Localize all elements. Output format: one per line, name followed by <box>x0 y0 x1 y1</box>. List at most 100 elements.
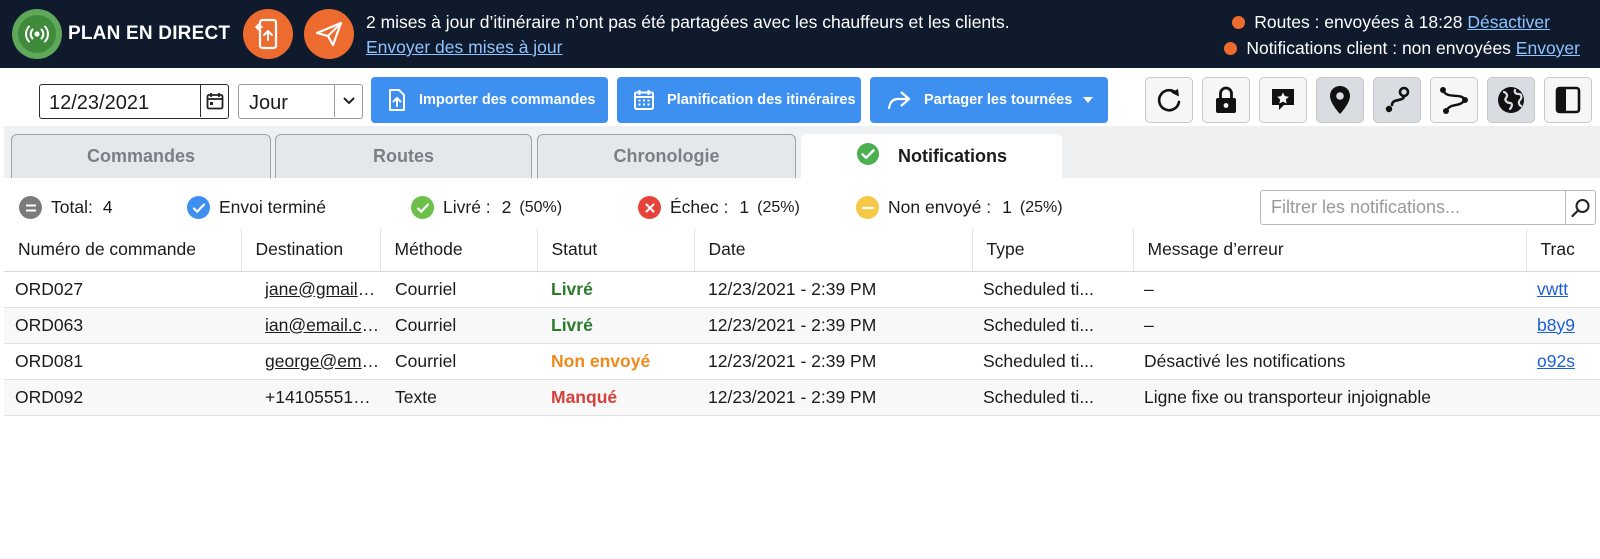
destination-cell: ian@email.com <box>241 307 380 344</box>
method-cell: Texte <box>380 379 537 416</box>
tab-label: Commandes <box>86 146 196 166</box>
summary-failed[interactable]: Échec : 1 (25%) <box>638 196 800 219</box>
unsent-value: 1 <box>1002 197 1012 217</box>
send-notifications-link[interactable]: Envoyer <box>1516 38 1580 58</box>
lock-icon <box>1216 86 1236 113</box>
order-cell: ORD063 <box>4 307 241 344</box>
error-cell: – <box>1133 307 1526 344</box>
view-select[interactable]: Jour <box>238 84 363 119</box>
destination-cell: george@emaii.com <box>241 343 380 380</box>
status-cell: Livré <box>537 307 694 344</box>
side-panel-button[interactable] <box>1544 77 1592 123</box>
tab-timeline[interactable]: Chronologie <box>537 134 796 178</box>
check-circle-icon <box>411 196 434 219</box>
column-header-status[interactable]: Statut <box>537 229 695 272</box>
table-header-row: Numéro de commande Destination Méthode S… <box>4 229 1600 272</box>
share-tours-button[interactable]: Partager les tournées <box>870 77 1108 123</box>
delivered-label: Livré : <box>443 197 491 217</box>
tab-orders[interactable]: Commandes <box>11 134 271 178</box>
live-plan-title: PLAN EN DIRECT <box>68 23 231 44</box>
column-header-date[interactable]: Date <box>694 229 973 272</box>
route-button[interactable] <box>1373 77 1421 123</box>
column-header-type[interactable]: Type <box>972 229 1134 272</box>
summary-delivered[interactable]: Livré : 2 (50%) <box>411 196 562 219</box>
status-cell: Non envoyé <box>537 343 694 380</box>
column-header-method[interactable]: Méthode <box>380 229 538 272</box>
failed-label: Échec : <box>670 197 729 217</box>
import-orders-label: Importer des commandes <box>419 92 596 108</box>
tracking-link[interactable]: o92s <box>1526 343 1600 380</box>
side-panel-icon <box>1555 86 1581 114</box>
path-button[interactable] <box>1430 77 1478 123</box>
route-planning-label: Planification des itinéraires <box>667 92 856 108</box>
notification-filter <box>1260 190 1596 225</box>
tracking-link[interactable] <box>1526 379 1600 416</box>
delivered-percent: (50%) <box>519 198 563 216</box>
share-phone-button[interactable] <box>243 9 293 59</box>
table-row[interactable]: ORD081 george@emaii.com Courriel Non env… <box>4 343 1600 380</box>
paper-plane-icon <box>315 21 343 47</box>
tab-label: Chronologie <box>613 146 720 166</box>
globe-icon <box>1498 87 1524 113</box>
delivered-value: 2 <box>501 197 512 217</box>
type-cell: Scheduled ti... <box>972 343 1133 380</box>
check-circle-icon <box>187 196 210 219</box>
column-header-destination[interactable]: Destination <box>241 229 381 272</box>
disable-routes-link[interactable]: Désactiver <box>1467 12 1550 32</box>
routes-status-text: Routes : envoyées à 18:28 <box>1254 12 1463 32</box>
send-button[interactable] <box>304 9 354 59</box>
table-row[interactable]: ORD092 +14105551555 Texte Manqué 12/23/2… <box>4 379 1600 416</box>
notifications-table: Numéro de commande Destination Méthode S… <box>4 229 1600 417</box>
tab-notifications[interactable]: Notifications <box>801 134 1062 178</box>
notifications-status-text: Notifications client : non envoyées <box>1246 38 1511 58</box>
share-tours-label: Partager les tournées <box>924 92 1073 108</box>
failed-value: 1 <box>739 197 750 217</box>
lock-button[interactable] <box>1202 77 1250 123</box>
date-cell: 12/23/2021 - 2:39 PM <box>694 379 972 416</box>
refresh-icon <box>1157 88 1181 112</box>
filter-input[interactable] <box>1261 191 1567 224</box>
send-updates-link[interactable]: Envoyer des mises à jour <box>366 37 562 58</box>
pending-updates-message: 2 mises à jour d’itinéraire n’ont pas ét… <box>366 12 1010 32</box>
map-pin-button[interactable] <box>1316 77 1364 123</box>
broadcast-icon <box>12 9 62 59</box>
summary-unsent[interactable]: Non envoyé : 1 (25%) <box>856 196 1063 219</box>
status-dot <box>1224 42 1238 55</box>
unsent-percent: (25%) <box>1019 198 1063 216</box>
globe-button[interactable] <box>1487 77 1535 123</box>
calendar-icon[interactable] <box>200 85 228 117</box>
view-select-value: Jour <box>249 92 288 114</box>
live-plan-bar: PLAN EN DIRECT 2 mises à jour d’itinérai… <box>0 0 1600 68</box>
chevron-down-icon <box>334 85 362 117</box>
tracking-link[interactable]: vwtt <box>1526 271 1600 308</box>
column-header-tracking[interactable]: Trac <box>1526 229 1600 272</box>
tab-routes[interactable]: Routes <box>275 134 532 178</box>
table-row[interactable]: ORD027 jane@gmail.com Courriel Livré 12/… <box>4 271 1600 308</box>
date-picker[interactable]: 12/23/2021 <box>39 84 229 119</box>
x-circle-icon <box>638 196 661 219</box>
column-header-error[interactable]: Message d’erreur <box>1133 229 1527 272</box>
failed-percent: (25%) <box>757 198 800 216</box>
method-cell: Courriel <box>380 271 537 308</box>
date-value: 12/23/2021 <box>49 92 150 114</box>
route-planning-button[interactable]: Planification des itinéraires <box>617 77 861 123</box>
order-cell: ORD081 <box>4 343 241 380</box>
tracking-link[interactable]: b8y9 <box>1526 307 1600 344</box>
error-cell: – <box>1133 271 1526 308</box>
share-arrow-icon <box>886 90 912 110</box>
table-row[interactable]: ORD063 ian@email.com Courriel Livré 12/2… <box>4 307 1600 344</box>
messages-button[interactable] <box>1259 77 1307 123</box>
column-header-order[interactable]: Numéro de commande <box>4 229 242 272</box>
import-orders-button[interactable]: Importer des commandes <box>371 77 608 123</box>
refresh-button[interactable] <box>1145 77 1193 123</box>
type-cell: Scheduled ti... <box>972 379 1133 416</box>
search-icon[interactable] <box>1565 191 1595 224</box>
upload-file-icon <box>387 88 407 112</box>
error-cell: Ligne fixe ou transporteur injoignable <box>1133 379 1526 416</box>
tab-label: Notifications <box>897 146 1007 166</box>
type-cell: Scheduled ti... <box>972 307 1133 344</box>
summary-done[interactable]: Envoi terminé <box>187 196 326 219</box>
star-message-icon <box>1272 89 1294 110</box>
done-label: Envoi terminé <box>219 197 326 217</box>
routes-status: Routes : envoyées à 18:28 Désactiver <box>1232 12 1550 33</box>
